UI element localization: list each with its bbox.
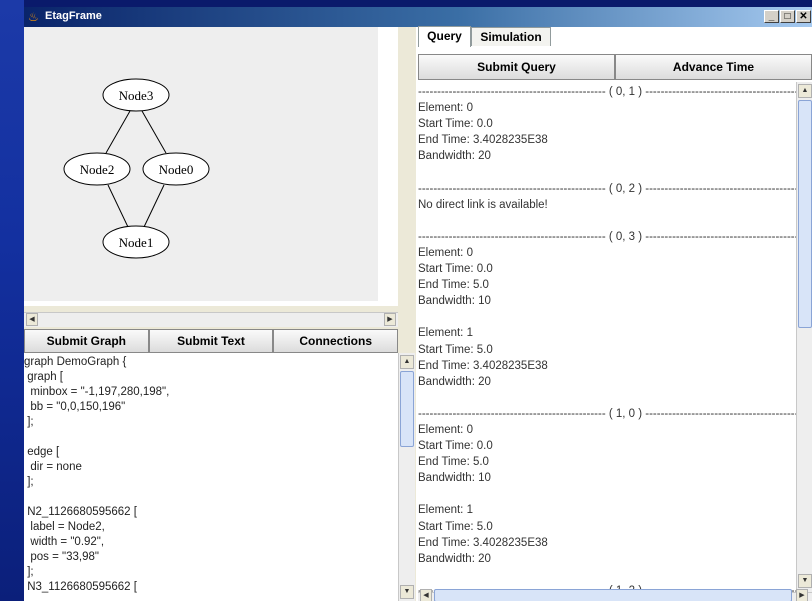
- submit-text-button[interactable]: Submit Text: [148, 329, 274, 353]
- node-label: Node1: [119, 235, 154, 250]
- query-results-text[interactable]: ----------------------------------------…: [418, 84, 796, 599]
- submit-query-button[interactable]: Submit Query: [418, 54, 615, 80]
- advance-time-button[interactable]: Advance Time: [615, 54, 812, 80]
- tab-simulation[interactable]: Simulation: [471, 27, 551, 46]
- tab-query[interactable]: Query: [418, 26, 471, 47]
- graph-text-editor[interactable]: graph DemoGraph { graph [ minbox = "-1,1…: [24, 355, 396, 595]
- node-node2[interactable]: Node2: [63, 152, 131, 186]
- left-button-row: Submit Graph Submit Text Connections: [24, 329, 399, 353]
- submit-graph-button[interactable]: Submit Graph: [24, 329, 149, 353]
- desktop-background: [0, 0, 24, 601]
- scroll-thumb[interactable]: [434, 589, 792, 601]
- edge-node3-node2: [105, 110, 131, 154]
- query-button-row: Submit Query Advance Time: [418, 54, 812, 80]
- scroll-thumb[interactable]: [400, 371, 414, 447]
- graph-text-pane: graph DemoGraph { graph [ minbox = "-1,1…: [24, 353, 398, 601]
- close-button[interactable]: ✕: [796, 10, 811, 23]
- node-label: Node0: [159, 162, 194, 177]
- scroll-up-arrow-icon[interactable]: ▲: [400, 355, 414, 369]
- scroll-down-arrow-icon[interactable]: ▼: [400, 585, 414, 599]
- etag-frame-window: ♨ EtagFrame _ □ ✕ Node3 Node2 Node0 Node…: [24, 7, 812, 601]
- connections-button[interactable]: Connections: [273, 329, 399, 353]
- graph-horizontal-scrollbar[interactable]: ◀ ▶: [24, 312, 398, 327]
- maximize-button[interactable]: □: [780, 10, 795, 23]
- node-label: Node3: [119, 88, 154, 103]
- node-node1[interactable]: Node1: [102, 225, 170, 259]
- scroll-right-arrow-icon[interactable]: ▶: [384, 313, 396, 326]
- node-node3[interactable]: Node3: [102, 78, 170, 112]
- node-label: Node2: [80, 162, 115, 177]
- text-vertical-scrollbar[interactable]: ▲ ▼: [398, 353, 415, 601]
- scroll-thumb[interactable]: [798, 100, 812, 328]
- node-node0[interactable]: Node0: [142, 152, 210, 186]
- minimize-button[interactable]: _: [764, 10, 779, 23]
- edge-node0-node1: [143, 184, 165, 228]
- scroll-up-arrow-icon[interactable]: ▲: [798, 84, 812, 98]
- title-bar[interactable]: ♨ EtagFrame _ □ ✕: [24, 7, 812, 27]
- scroll-right-arrow-icon[interactable]: ▶: [796, 589, 808, 601]
- window-title: EtagFrame: [45, 10, 102, 22]
- graph-canvas[interactable]: Node3 Node2 Node0 Node1: [24, 27, 378, 301]
- edge-node3-node0: [141, 110, 167, 154]
- query-panel: Query Simulation Submit Query Advance Ti…: [416, 26, 812, 601]
- scroll-down-arrow-icon[interactable]: ▼: [798, 574, 812, 588]
- graph-view-pane: Node3 Node2 Node0 Node1 ▲ ▼: [24, 27, 415, 327]
- query-results-area: ----------------------------------------…: [418, 82, 796, 597]
- scroll-left-arrow-icon[interactable]: ◀: [420, 589, 432, 601]
- graph-drawing: Node3 Node2 Node0 Node1: [63, 78, 210, 259]
- edge-node2-node1: [107, 184, 129, 228]
- results-horizontal-scrollbar[interactable]: ◀ ▶: [418, 589, 812, 601]
- results-vertical-scrollbar[interactable]: ▲ ▼: [796, 82, 812, 592]
- java-cup-icon: ♨: [28, 10, 39, 24]
- scroll-left-arrow-icon[interactable]: ◀: [26, 313, 38, 326]
